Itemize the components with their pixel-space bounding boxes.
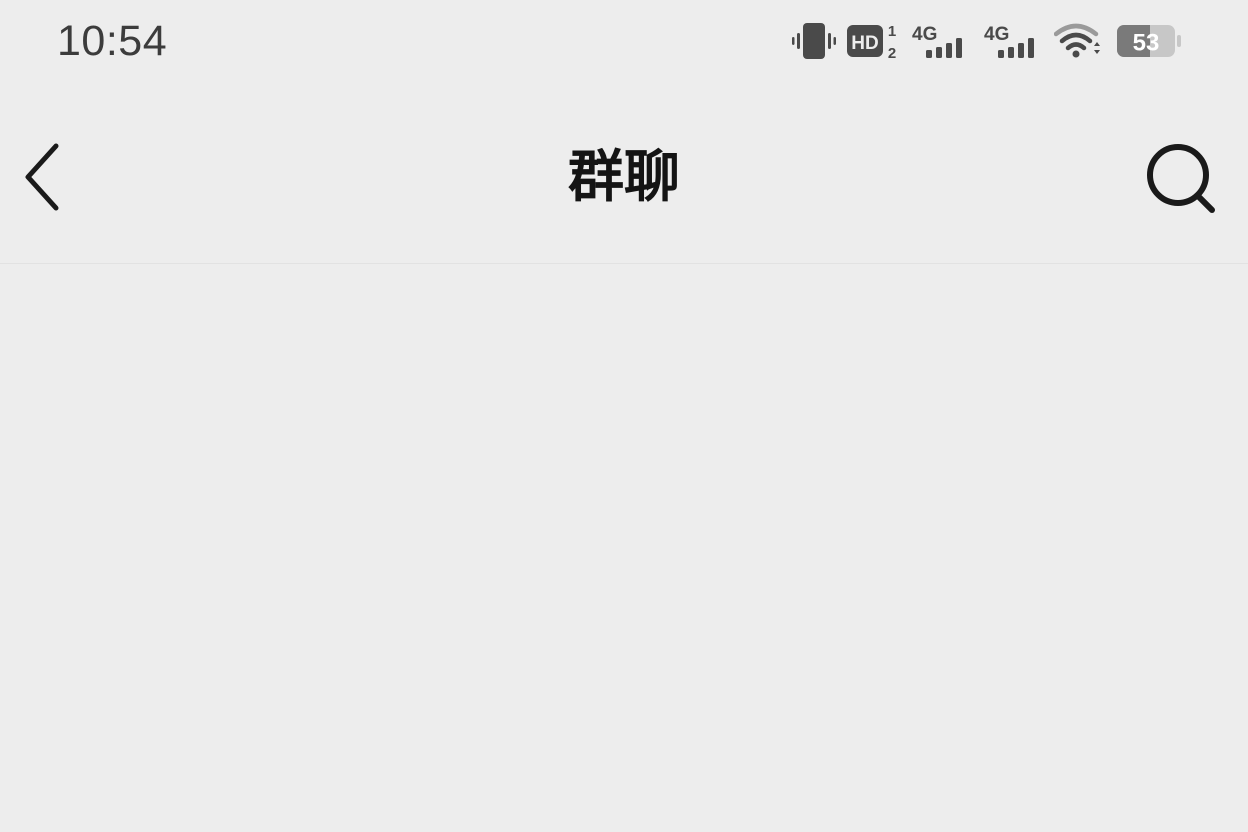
hd-label: HD [851,33,878,54]
hd-call-icon: HD 1 2 [847,23,896,62]
status-bar: 10:54 HD 1 2 4G 4G 53 [0,0,1248,84]
network-label-1: 4G [912,24,937,45]
hd-sub: 2 [888,45,896,62]
signal-4g-icon: 4G [984,24,1034,58]
vibrate-icon [792,23,836,59]
search-button[interactable] [1140,139,1222,221]
battery-level: 53 [1133,30,1160,57]
signal-4g-icon: 4G [912,24,962,58]
search-icon [1147,144,1215,213]
hd-sup: 1 [888,23,896,40]
status-time: 10:54 [57,17,168,65]
wifi-icon [1054,23,1100,58]
battery-icon: 53 [1117,25,1181,57]
nav-bar: 群聊 [0,84,1248,264]
page-title: 群聊 [568,145,680,210]
group-chat-list [0,264,1248,832]
network-label-2: 4G [984,24,1009,45]
